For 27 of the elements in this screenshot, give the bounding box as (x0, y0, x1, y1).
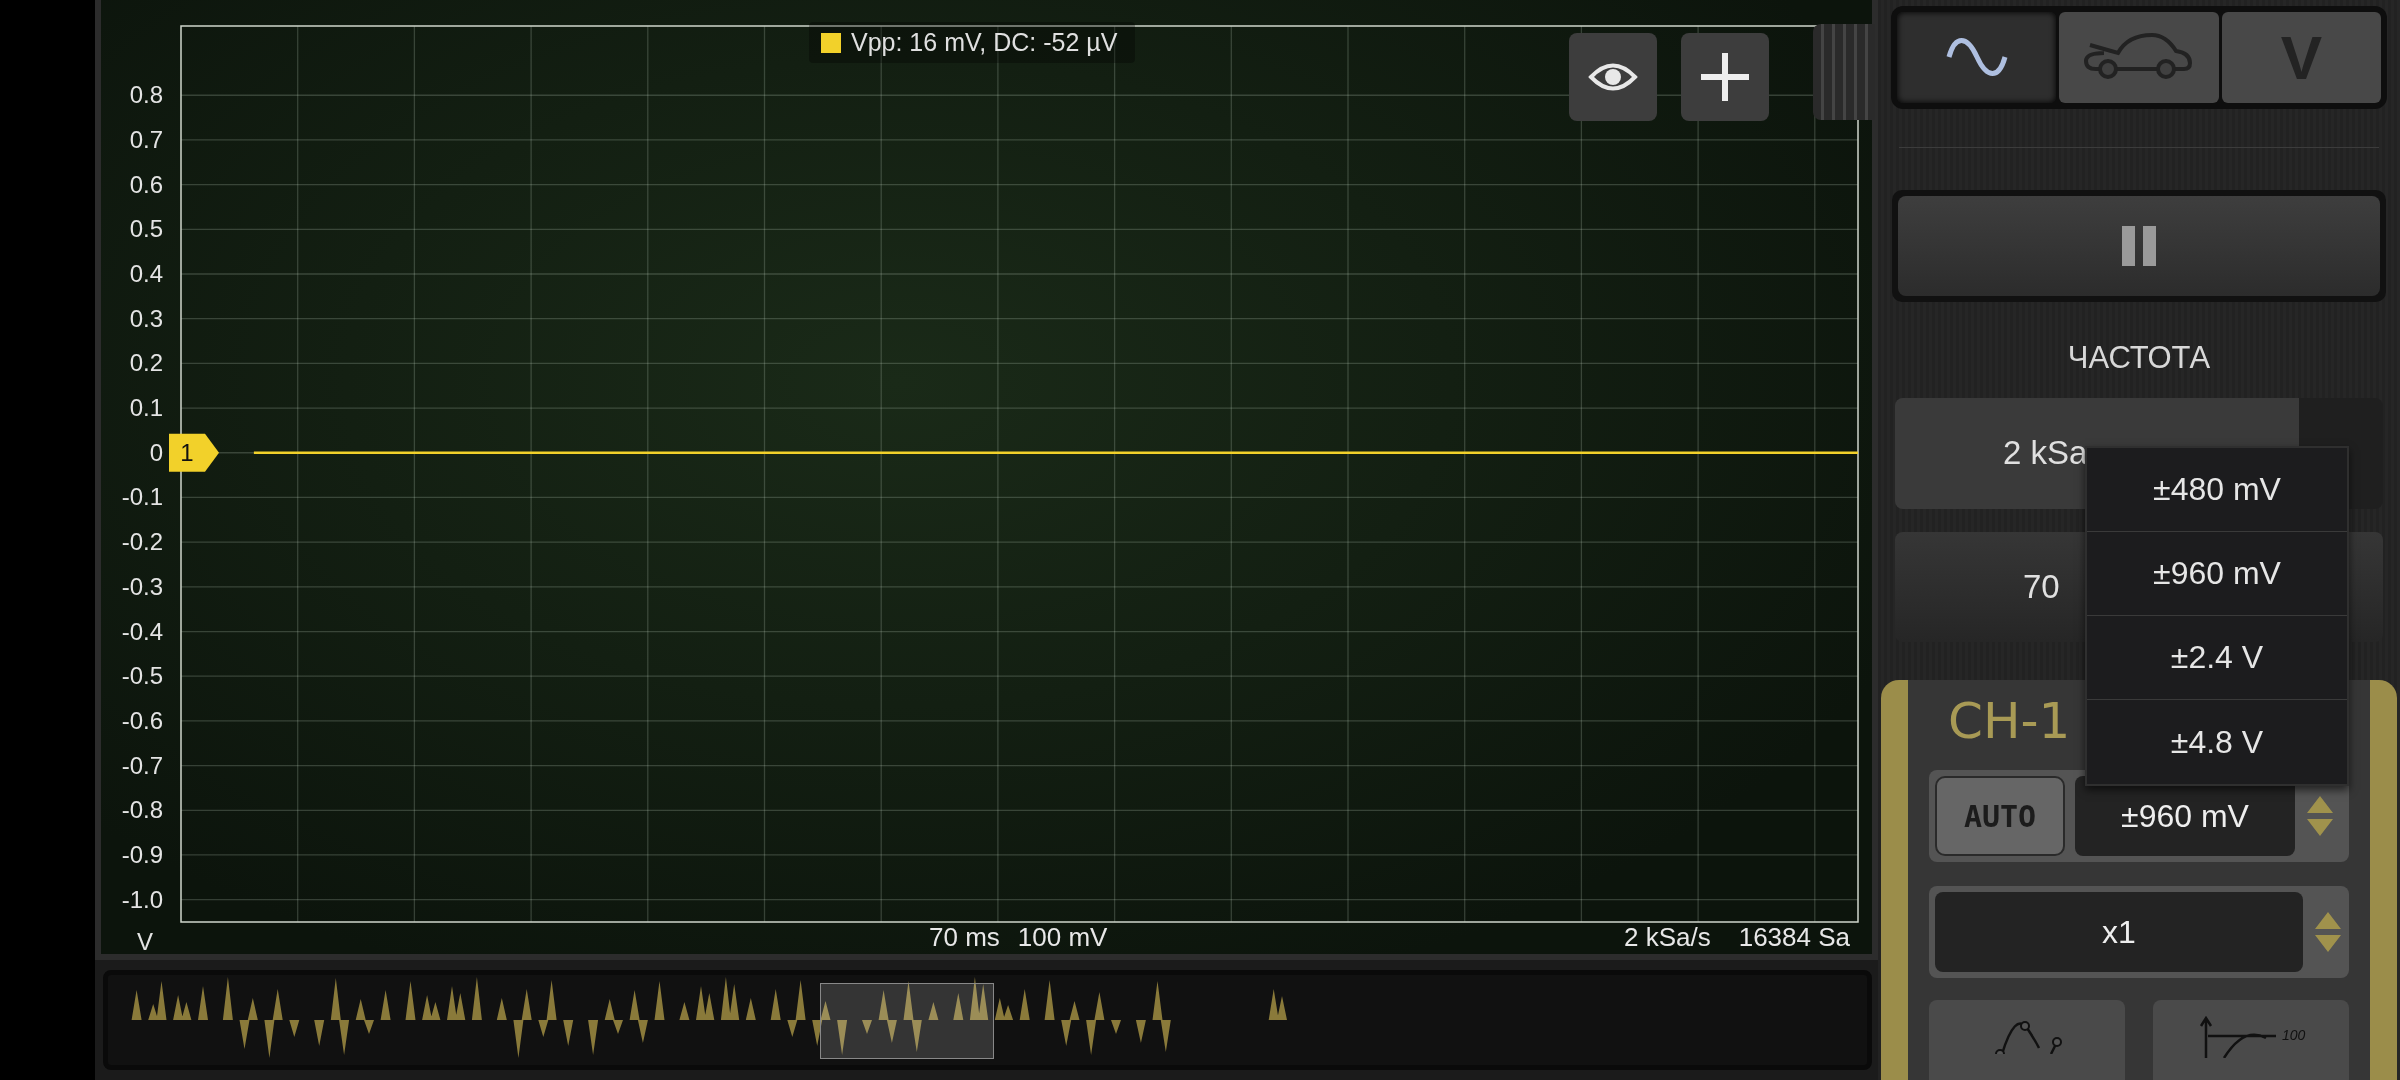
y-axis-tick-label: 0.8 (129, 81, 163, 109)
y-axis-tick-label: -0.5 (121, 662, 163, 690)
channel-title: CH-1 (1948, 692, 2071, 752)
y-axis-tick-label: -0.2 (121, 528, 163, 556)
y-axis-tick-label: 0.4 (129, 260, 163, 287)
timebase-readout: 70 ms (929, 921, 1000, 953)
y-axis-tick-label: -0.8 (121, 796, 163, 824)
y-axis-tick-label: -0.6 (121, 706, 163, 734)
y-axis-tick-label: -1.0 (121, 885, 163, 913)
y-axis-tick-label: -0.7 (121, 751, 163, 779)
y-axis-tick-label: 0.3 (129, 304, 163, 332)
y-axis-tick-label: -0.1 (121, 483, 163, 511)
y-axis-tick-label: 0.5 (129, 215, 163, 243)
y-axis-tick-label: 0.7 (129, 125, 163, 153)
y-axis-unit: V (137, 928, 153, 955)
y-axis-tick-label: 0.2 (129, 349, 163, 377)
y-axis-tick-label: 0.1 (129, 394, 163, 422)
section-label: ЧАСТОТА (2067, 340, 2211, 378)
volts-per-div-readout: 100 mV (1017, 921, 1108, 953)
y-axis-tick-label: 0.6 (129, 170, 163, 198)
sample-rate-readout: 2 kSa/s (1623, 921, 1711, 953)
y-axis-tick-label: -0.3 (121, 572, 163, 600)
y-axis-tick-label: -0.9 (121, 840, 163, 868)
y-axis-tick-label: -0.4 (121, 617, 163, 645)
sample-count-readout: 16384 Sa (1738, 921, 1850, 953)
y-axis-tick-label: 0 (149, 438, 163, 466)
measurement-text: Vpp: 16 mV, DC: -52 µV (851, 28, 1118, 57)
